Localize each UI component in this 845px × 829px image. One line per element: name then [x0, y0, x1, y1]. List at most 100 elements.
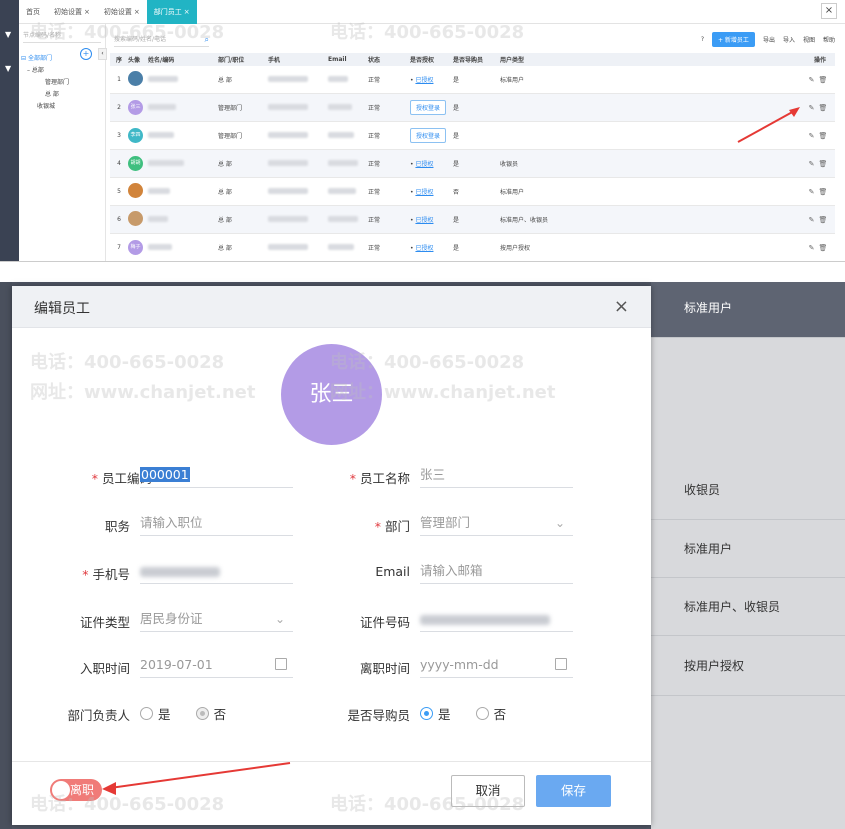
dept-head-yes-radio[interactable]: 是	[140, 704, 171, 723]
close-icon[interactable]: ×	[134, 8, 140, 16]
tab-dept-employees[interactable]: 部门员工 ×	[146, 0, 197, 24]
table-row[interactable]: 1 总 部 正常 • 已授权 是 标准用户 ✎ 🗑	[110, 66, 835, 94]
hire-date-input[interactable]: 2019-07-01	[140, 652, 293, 678]
close-icon[interactable]: ×	[84, 8, 90, 16]
left-nav-rail: ▼ ▼	[0, 0, 19, 261]
close-icon[interactable]: ×	[184, 8, 190, 16]
avatar[interactable]: 张三	[281, 344, 382, 445]
caret-down-icon[interactable]: ▼	[5, 30, 11, 39]
column-header: 状态	[368, 57, 381, 64]
import-button[interactable]: 导入	[783, 35, 795, 44]
edit-icon[interactable]: ✎	[809, 216, 815, 224]
delete-icon[interactable]: 🗑	[818, 132, 827, 140]
caret-down-icon[interactable]: ▼	[5, 64, 11, 73]
calendar-icon[interactable]	[275, 658, 287, 670]
avatar[interactable]	[128, 71, 143, 86]
position-input[interactable]: 请输入职位	[140, 510, 293, 536]
bg-cell: 按用户授权	[651, 636, 845, 696]
delete-icon[interactable]: 🗑	[818, 104, 827, 112]
delete-icon[interactable]: 🗑	[818, 216, 827, 224]
emp-code-input[interactable]: 000001	[140, 462, 293, 488]
row-email-cell	[328, 159, 368, 168]
avatar[interactable]: 梅子	[128, 240, 143, 255]
close-icon[interactable]: ×	[614, 296, 629, 317]
table-row[interactable]: 5 总 部 正常 • 已授权 否 标准用户 ✎ 🗑	[110, 178, 835, 206]
chevron-down-icon[interactable]: ⌄	[555, 510, 565, 536]
tree-node-hq-sub[interactable]: 总 部	[19, 89, 105, 101]
search-icon[interactable]: ⌕	[205, 33, 209, 46]
row-status: 正常	[368, 161, 381, 168]
tree-node-hq[interactable]: – 总部	[19, 65, 105, 77]
authorize-login-button[interactable]: 授权登录	[410, 128, 447, 143]
authorized-link[interactable]: 已授权	[415, 189, 433, 196]
email-input[interactable]: 请输入邮箱	[420, 558, 573, 584]
guide-no-radio[interactable]: 否	[475, 704, 506, 723]
delete-icon[interactable]: 🗑	[818, 188, 827, 196]
edit-icon[interactable]: ✎	[809, 244, 815, 252]
help-button[interactable]: 帮助	[823, 35, 835, 44]
edit-icon[interactable]: ✎	[809, 76, 815, 84]
row-actions: ✎ 🗑	[805, 104, 835, 112]
table-row[interactable]: 2 张三 管理部门 正常 授权登录是 ✎ 🗑	[110, 94, 835, 122]
email-label-wrap: Email	[312, 558, 410, 588]
delete-icon[interactable]: 🗑	[818, 244, 827, 252]
authorized-link[interactable]: 已授权	[415, 161, 433, 168]
avatar[interactable]: 李四	[128, 128, 143, 143]
collapse-panel-icon[interactable]: ‹	[98, 48, 107, 60]
delete-icon[interactable]: 🗑	[818, 76, 827, 84]
avatar[interactable]	[128, 211, 143, 226]
authorized-link[interactable]: 已授权	[415, 245, 433, 252]
leave-date-input[interactable]: yyyy-mm-dd	[420, 652, 573, 678]
window-close-button[interactable]: ×	[821, 3, 837, 19]
avatar[interactable]	[128, 183, 143, 198]
authorize-login-button[interactable]: 授权登录	[410, 100, 447, 115]
authorized-link[interactable]: 已授权	[415, 217, 433, 224]
add-employee-button[interactable]: + 新增员工	[712, 32, 755, 47]
row-phone-cell	[268, 187, 328, 196]
row-auth-cell: • 已授权	[410, 161, 434, 168]
view-button[interactable]: 视图	[803, 35, 815, 44]
authorized-link[interactable]: 已授权	[415, 77, 433, 84]
tab-home[interactable]: 首页	[19, 0, 47, 24]
tree-node-label: 总部	[31, 67, 44, 74]
edit-icon[interactable]: ✎	[809, 132, 815, 140]
table-row[interactable]: 4 胡胡 总 部 正常 • 已授权 是 收银员 ✎ 🗑	[110, 150, 835, 178]
delete-icon[interactable]: 🗑	[818, 160, 827, 168]
resigned-toggle[interactable]: 离职	[50, 779, 102, 801]
emp-code-value: 000001	[140, 467, 190, 482]
tab-initial-settings[interactable]: 初始设置 ×	[47, 0, 97, 24]
idno-input[interactable]	[420, 606, 573, 632]
tab-initial-settings-2[interactable]: 初始设置 ×	[97, 0, 147, 24]
edit-icon[interactable]: ✎	[809, 188, 815, 196]
help-circle-icon[interactable]: ?	[701, 36, 704, 43]
column-header: 头像	[128, 57, 141, 64]
dept-select[interactable]: 管理部门 ⌄	[420, 510, 573, 536]
add-node-icon[interactable]: +	[80, 48, 92, 60]
dept-head-no-radio[interactable]: 否	[195, 704, 226, 723]
table-row[interactable]: 7 梅子 总 部 正常 • 已授权 是 按用户授权 ✎ 🗑	[110, 234, 835, 261]
tree-node-all[interactable]: ⊟ 全部部门	[19, 53, 105, 65]
edit-icon[interactable]: ✎	[809, 104, 815, 112]
phone-input[interactable]	[140, 558, 293, 584]
idtype-select[interactable]: 居民身份证 ⌄	[140, 606, 293, 632]
avatar[interactable]: 张三	[128, 100, 143, 115]
table-row[interactable]: 6 总 部 正常 • 已授权 是 标准用户、收银员 ✎ 🗑	[110, 206, 835, 234]
table-row[interactable]: 3 李四 管理部门 正常 授权登录是 ✎ 🗑	[110, 122, 835, 150]
row-status: 正常	[368, 189, 381, 196]
employee-search-input[interactable]: 搜索编码/姓名/电话 ⌕	[114, 33, 209, 47]
tree-node-mgmt[interactable]: 管理部门	[19, 77, 105, 89]
edit-icon[interactable]: ✎	[809, 160, 815, 168]
guide-yes-radio[interactable]: 是	[420, 704, 451, 723]
tree-node-cashier[interactable]: 收银城	[19, 101, 105, 113]
avatar[interactable]: 胡胡	[128, 156, 143, 171]
emp-name-input[interactable]: 张三	[420, 462, 573, 488]
save-button[interactable]: 保存	[536, 775, 611, 807]
calendar-icon[interactable]	[555, 658, 567, 670]
tree-search-input[interactable]: 节点编码/名称	[23, 30, 101, 43]
row-dept: 总 部	[218, 77, 232, 84]
column-header: 是否授权	[410, 57, 435, 64]
cancel-button[interactable]: 取消	[451, 775, 525, 807]
export-button[interactable]: 导出	[763, 35, 775, 44]
chevron-down-icon[interactable]: ⌄	[275, 606, 285, 632]
table-body: 1总 部正常 • 已授权是标准用户 ✎ 🗑 2 张三 管理部门 正常 授权登录是 ✎ 🗑 3 李四 管理部…	[110, 66, 835, 261]
